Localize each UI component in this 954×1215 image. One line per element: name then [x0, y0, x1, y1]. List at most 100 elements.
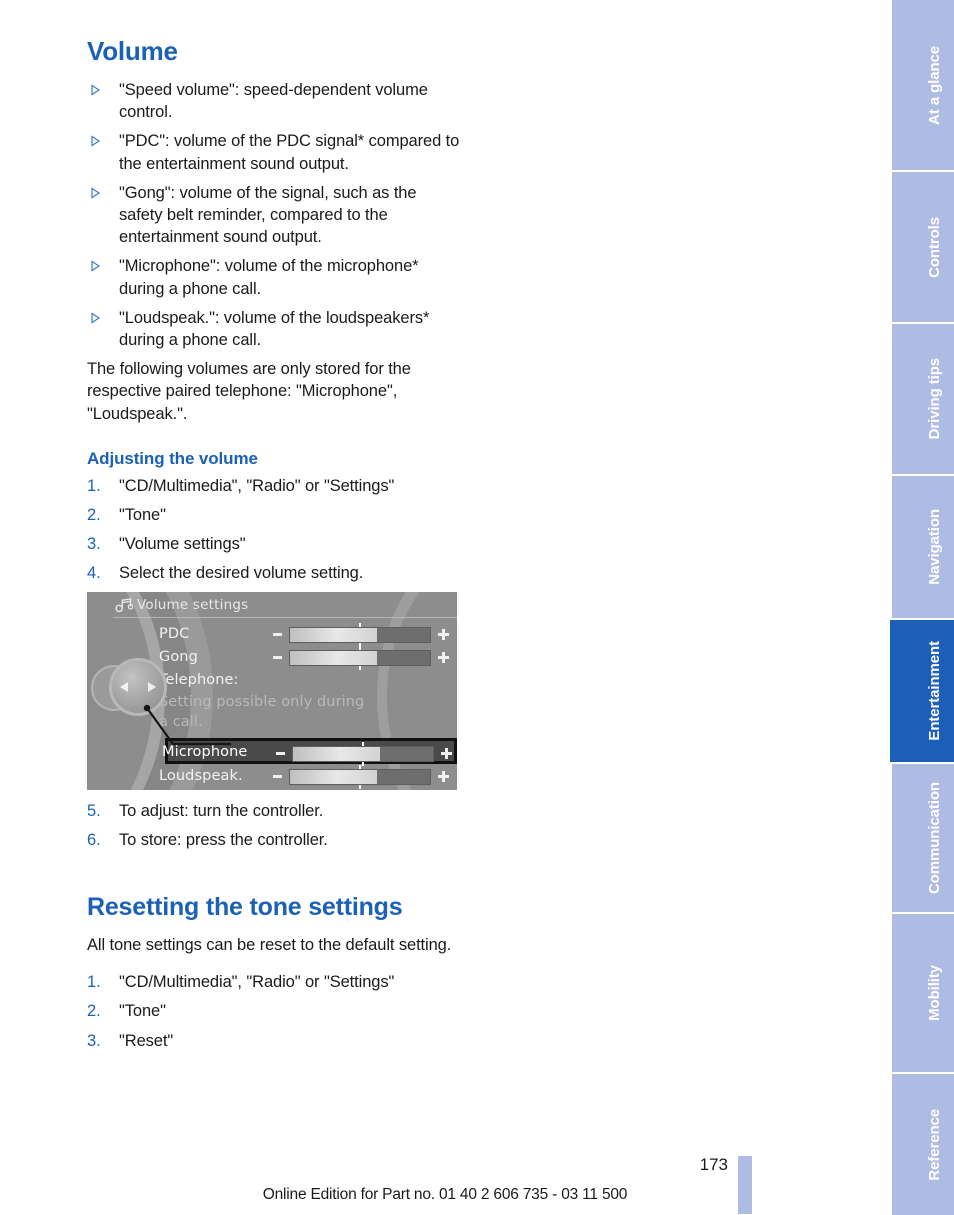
step-text: To adjust: turn the controller. [119, 801, 324, 820]
slider-tick [359, 784, 361, 789]
step-text: To store: press the controller. [119, 830, 328, 849]
step-text: "Tone" [119, 506, 166, 525]
tab-at-a-glance[interactable]: At a glance [892, 0, 954, 170]
triangle-bullet-icon [90, 187, 101, 199]
step-number: 5. [87, 801, 101, 820]
figure-row-label: Microphone [162, 743, 248, 760]
figure-row-microphone-selected[interactable]: Microphone [162, 737, 457, 766]
tab-label: At a glance [926, 45, 943, 125]
list-item-text: "Microphone": volume of the microphone* … [119, 257, 419, 298]
list-item: "Speed volume": speed-dependent volume c… [87, 79, 462, 123]
gong-volume-slider[interactable] [273, 645, 449, 670]
list-item: 1. "CD/Multimedia", "Radio" or "Settings… [87, 475, 462, 497]
tab-label: Controls [926, 216, 943, 278]
step-number: 3. [87, 1031, 101, 1050]
slider-tick [359, 622, 361, 627]
tab-label: Driving tips [926, 358, 943, 440]
step-text: "CD/Multimedia", "Radio" or "Settings" [119, 973, 395, 992]
step-text: "CD/Multimedia", "Radio" or "Settings" [119, 476, 395, 495]
resetting-steps-list: 1. "CD/Multimedia", "Radio" or "Settings… [87, 971, 462, 1052]
list-item-text: "Loudspeak.": volume of the loudspeakers… [119, 308, 430, 350]
slider-fill [290, 769, 377, 784]
figure-row-gong[interactable]: Gong [113, 645, 457, 670]
step-number: 6. [87, 830, 101, 849]
step-text: "Reset" [119, 1031, 174, 1050]
pdc-volume-slider[interactable] [273, 622, 449, 647]
idrive-volume-settings-figure: Volume settings PDC Gong Telephone: Sett… [87, 591, 457, 790]
page-number: 173 [699, 1155, 728, 1174]
section-heading-adjusting: Adjusting the volume [87, 448, 258, 468]
figure-hint-text: a call. [159, 713, 203, 730]
triangle-bullet-icon [90, 84, 101, 96]
slider-track[interactable] [292, 741, 434, 766]
slider-fill [293, 746, 380, 761]
step-text: Select the desired volume setting. [119, 564, 364, 583]
slider-track[interactable] [289, 645, 431, 670]
slider-tick [359, 645, 361, 650]
list-item-text: "PDC": volume of the PDC signal* compare… [119, 132, 460, 173]
tab-controls[interactable]: Controls [892, 172, 954, 322]
plus-icon[interactable] [442, 628, 445, 640]
figure-row-loudspeaker[interactable]: Loudspeak. [113, 764, 457, 789]
tab-label: Entertainment [926, 641, 943, 741]
step-number: 1. [87, 476, 101, 495]
step-text: "Tone" [119, 1002, 166, 1021]
slider-fill [290, 650, 377, 665]
figure-row-label: Loudspeak. [159, 767, 243, 784]
music-note-icon [115, 597, 134, 613]
plus-icon[interactable] [442, 651, 445, 663]
list-item: 6. To store: press the controller. [87, 829, 462, 851]
list-item: 3. "Reset" [87, 1030, 462, 1052]
page-title: Volume [87, 36, 178, 66]
step-number: 2. [87, 1002, 101, 1021]
tab-label: Reference [926, 1108, 943, 1181]
slider-tick [362, 741, 364, 746]
tab-mobility[interactable]: Mobility [892, 914, 954, 1072]
tab-label: Communication [926, 781, 943, 895]
figure-row-label: Telephone: [159, 671, 239, 688]
tab-entertainment[interactable]: Entertainment [890, 620, 954, 762]
slider-track[interactable] [289, 764, 431, 789]
minus-icon[interactable] [273, 655, 282, 659]
plus-icon[interactable] [445, 747, 448, 759]
step-number: 1. [87, 973, 101, 992]
list-item: 2. "Tone" [87, 1000, 462, 1022]
figure-row-label: PDC [159, 625, 190, 642]
list-item: 4. Select the desired volume setting. [87, 562, 462, 584]
list-item: 3. "Volume settings" [87, 533, 462, 555]
section-heading-resetting: Resetting the tone settings [87, 893, 403, 922]
plus-icon[interactable] [442, 770, 445, 782]
arrow-right-icon [148, 681, 156, 692]
loudspeaker-volume-slider[interactable] [273, 764, 449, 789]
minus-icon[interactable] [276, 751, 285, 755]
minus-icon[interactable] [273, 774, 282, 778]
tab-communication[interactable]: Communication [892, 764, 954, 912]
page-number-accent-bar [738, 1156, 752, 1214]
list-item: 2. "Tone" [87, 504, 462, 526]
figure-row-pdc[interactable]: PDC [113, 622, 457, 647]
figure-hint-text: Setting possible only during [159, 693, 365, 710]
adjusting-steps-list: 1. "CD/Multimedia", "Radio" or "Settings… [87, 475, 462, 585]
triangle-bullet-icon [90, 260, 101, 273]
content-column: Volume "Speed volume": speed-dependent v… [87, 36, 462, 1059]
list-item: 1. "CD/Multimedia", "Radio" or "Settings… [87, 971, 462, 993]
list-item: "PDC": volume of the PDC signal* compare… [87, 130, 462, 174]
tab-driving-tips[interactable]: Driving tips [892, 324, 954, 474]
idrive-controller[interactable] [109, 657, 167, 716]
step-number: 3. [87, 535, 101, 554]
figure-row-hint-2: a call. [113, 712, 457, 735]
triangle-bullet-icon [90, 312, 101, 324]
tab-label: Navigation [926, 509, 943, 585]
resetting-intro: All tone settings can be reset to the de… [87, 936, 452, 955]
slider-track[interactable] [289, 622, 431, 647]
triangle-bullet-icon [90, 135, 101, 148]
minus-icon[interactable] [273, 632, 282, 636]
step-text: "Volume settings" [119, 535, 246, 554]
tab-navigation[interactable]: Navigation [892, 476, 954, 618]
list-item-text: "Speed volume": speed-dependent volume c… [119, 81, 428, 122]
microphone-volume-slider[interactable] [276, 741, 452, 766]
tab-reference[interactable]: Reference [892, 1074, 954, 1215]
footer-imprint: Online Edition for Part no. 01 40 2 606 … [262, 1186, 628, 1203]
volume-bullet-list: "Speed volume": speed-dependent volume c… [87, 79, 462, 351]
step-number: 2. [87, 506, 101, 525]
